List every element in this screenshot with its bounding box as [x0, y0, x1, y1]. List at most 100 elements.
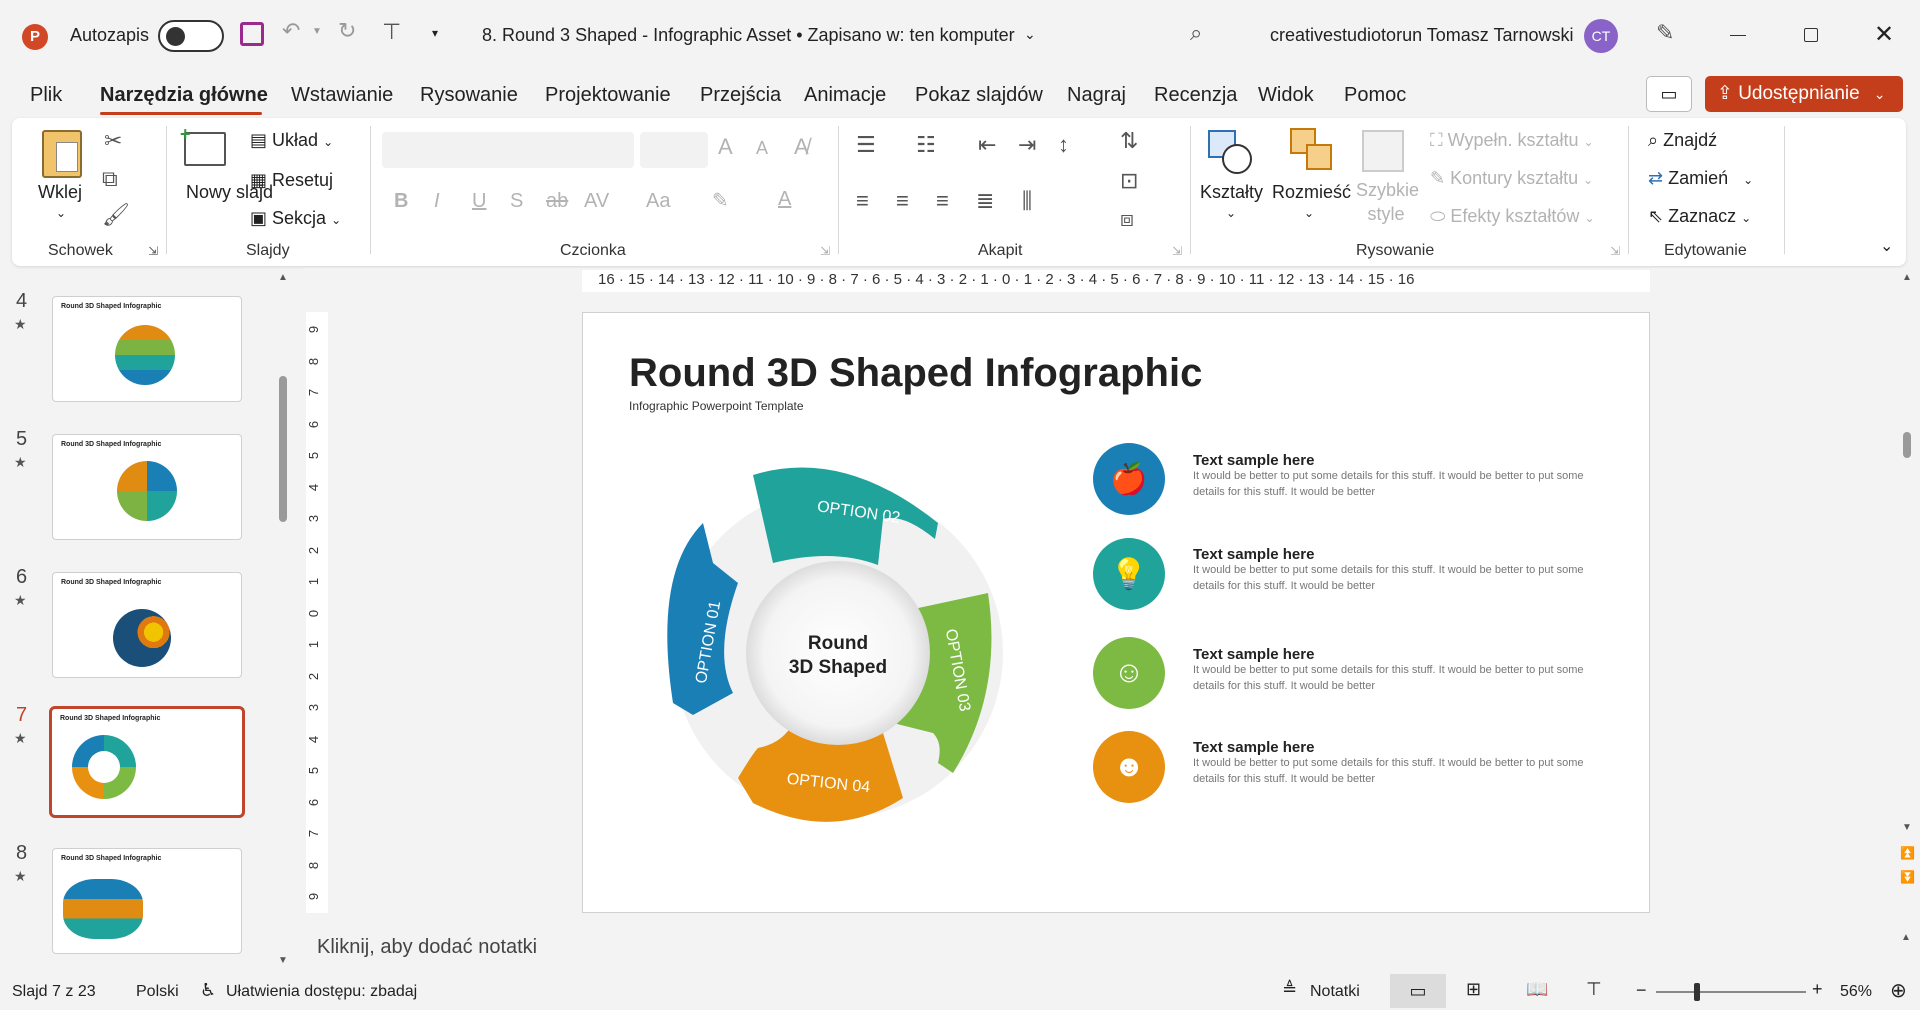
scroll-up-arrow-icon[interactable]: ▲: [276, 272, 290, 283]
thumbnails-scrollbar[interactable]: ▲ ▼: [276, 272, 290, 966]
customize-toolbar-icon[interactable]: ▾: [432, 26, 438, 40]
paragraph-launcher-icon[interactable]: ⇲: [1172, 244, 1182, 258]
bullets-icon[interactable]: ☰: [856, 132, 876, 158]
align-text-icon[interactable]: ⊡: [1120, 168, 1138, 194]
line-spacing-icon[interactable]: ↕: [1058, 132, 1069, 158]
scroll-down-arrow-icon[interactable]: ▼: [1900, 822, 1914, 833]
autosave-toggle[interactable]: [158, 20, 224, 52]
tab-design[interactable]: Projektowanie: [545, 84, 671, 107]
redo-icon[interactable]: ↻: [338, 18, 356, 44]
find-button[interactable]: ⌕ Znajdź: [1648, 130, 1717, 151]
cut-icon[interactable]: ✂: [104, 128, 122, 154]
format-painter-icon[interactable]: 🖌: [102, 202, 130, 228]
accessibility-status[interactable]: Ułatwienia dostępu: zbadaj: [226, 983, 417, 1001]
tab-slideshow[interactable]: Pokaz slajdów: [915, 84, 1043, 107]
bold-button[interactable]: B: [394, 190, 408, 213]
justify-icon[interactable]: ≣: [976, 188, 994, 214]
slide-title[interactable]: Round 3D Shaped Infographic: [629, 351, 1202, 396]
notes-placeholder[interactable]: Kliknij, aby dodać notatki: [317, 936, 537, 959]
highlight-icon[interactable]: ✎: [712, 188, 729, 213]
drawing-launcher-icon[interactable]: ⇲: [1610, 244, 1620, 258]
align-center-icon[interactable]: ≡: [896, 188, 909, 214]
align-right-icon[interactable]: ≡: [936, 188, 949, 214]
arrange-dropdown-icon[interactable]: ⌄: [1304, 206, 1314, 220]
slide-thumbnail-8[interactable]: Round 3D Shaped Infographic: [52, 848, 242, 954]
new-slide-button[interactable]: Nowy slajd: [186, 180, 273, 204]
tab-view[interactable]: Widok: [1258, 84, 1314, 107]
arrange-icon[interactable]: [1290, 128, 1334, 172]
canvas-scrollbar[interactable]: ▲ ▼ ⏫ ⏬: [1900, 272, 1915, 892]
slide-thumbnail-4[interactable]: Round 3D Shaped Infographic: [52, 296, 242, 402]
search-icon[interactable]: ⌕: [1190, 20, 1202, 46]
replace-button[interactable]: ⇄ Zamień ⌄: [1648, 168, 1753, 189]
increase-indent-icon[interactable]: ⇥: [1018, 132, 1036, 158]
tab-draw[interactable]: Rysowanie: [420, 84, 518, 107]
designer-pen-icon[interactable]: ✎: [1656, 20, 1674, 46]
clear-format-icon[interactable]: A̸: [794, 134, 809, 160]
quick-styles-icon[interactable]: [1362, 130, 1404, 172]
section-button[interactable]: ▣ Sekcja ⌄: [250, 208, 341, 229]
item-1-title[interactable]: Text sample here: [1193, 452, 1314, 469]
columns-icon[interactable]: ⫼: [1022, 188, 1032, 214]
item-4-title[interactable]: Text sample here: [1193, 739, 1314, 756]
copy-icon[interactable]: ⧉: [102, 166, 118, 192]
slide-canvas[interactable]: Round 3D Shaped Infographic Infographic …: [582, 312, 1650, 913]
item-2-desc[interactable]: It would be better to put some details f…: [1193, 562, 1593, 594]
quick-styles-button[interactable]: Szybkie style: [1356, 178, 1419, 226]
zoom-out-icon[interactable]: −: [1636, 980, 1647, 1001]
document-title[interactable]: 8. Round 3 Shaped - Infographic Asset • …: [482, 25, 1015, 46]
shapes-icon[interactable]: [1208, 130, 1254, 176]
scroll-up-arrow-icon[interactable]: ▲: [1900, 272, 1914, 283]
layout-button[interactable]: ▤ Układ ⌄: [250, 130, 333, 151]
zoom-slider-thumb[interactable]: [1694, 983, 1700, 1001]
slide-thumbnail-6[interactable]: Round 3D Shaped Infographic: [52, 572, 242, 678]
align-left-icon[interactable]: ≡: [856, 188, 869, 214]
share-button[interactable]: ⇪ Udostępnianie ⌄: [1705, 76, 1903, 112]
item-3-title[interactable]: Text sample here: [1193, 646, 1314, 663]
title-chevron-down-icon[interactable]: ⌄: [1024, 26, 1036, 43]
font-name-select[interactable]: [382, 132, 634, 168]
item-4-desc[interactable]: It would be better to put some details f…: [1193, 755, 1593, 787]
present-icon[interactable]: ⊤: [382, 19, 401, 45]
font-launcher-icon[interactable]: ⇲: [820, 244, 830, 258]
notes-pane[interactable]: Kliknij, aby dodać notatki ▲: [305, 924, 1911, 972]
clipboard-launcher-icon[interactable]: ⇲: [148, 244, 158, 258]
tab-help[interactable]: Pomoc: [1344, 84, 1406, 107]
shape-effects-button[interactable]: ⬭ Efekty kształtów ⌄: [1430, 206, 1595, 227]
shadow-button[interactable]: S: [510, 190, 523, 213]
shrink-font-button[interactable]: A: [756, 138, 768, 159]
slide-sorter-icon[interactable]: ⊞: [1466, 979, 1481, 1000]
shape-fill-button[interactable]: ⛶ Wypełn. kształtu ⌄: [1430, 130, 1594, 151]
language-indicator[interactable]: Polski: [136, 983, 179, 1001]
notes-toggle-button[interactable]: Notatki: [1310, 983, 1360, 1001]
new-slide-icon[interactable]: +: [180, 124, 226, 166]
underline-button[interactable]: U: [472, 190, 486, 213]
tab-animations[interactable]: Animacje: [804, 84, 886, 107]
tab-transitions[interactable]: Przejścia: [700, 84, 781, 107]
undo-icon[interactable]: ↶: [282, 18, 300, 44]
scrollbar-thumb[interactable]: [279, 376, 287, 522]
zoom-in-icon[interactable]: +: [1812, 979, 1823, 1000]
tab-home[interactable]: Narzędzia główne: [100, 84, 268, 107]
zoom-level[interactable]: 56%: [1840, 983, 1872, 1001]
normal-view-icon[interactable]: ▭: [1390, 974, 1446, 1008]
decrease-indent-icon[interactable]: ⇤: [978, 132, 996, 158]
tab-insert[interactable]: Wstawianie: [291, 84, 393, 107]
avatar[interactable]: CT: [1584, 19, 1618, 53]
shape-outline-button[interactable]: ✎ Kontury kształtu ⌄: [1430, 168, 1593, 189]
strikethrough-button[interactable]: ab: [546, 190, 568, 213]
tab-review[interactable]: Recenzja: [1154, 84, 1237, 107]
paste-button[interactable]: Wklej: [38, 182, 82, 203]
notes-scroll-up-icon[interactable]: ▲: [1901, 932, 1911, 943]
tab-record[interactable]: Nagraj: [1067, 84, 1126, 107]
restore-icon[interactable]: [1804, 28, 1818, 42]
item-1-desc[interactable]: It would be better to put some details f…: [1193, 468, 1593, 500]
tab-file[interactable]: Plik: [30, 84, 62, 107]
undo-dropdown-icon[interactable]: ▼: [312, 26, 322, 37]
smartart-icon[interactable]: ⧈: [1120, 206, 1134, 232]
slide-subtitle[interactable]: Infographic Powerpoint Template: [629, 399, 804, 413]
zoom-slider[interactable]: [1656, 983, 1806, 1001]
text-direction-icon[interactable]: ⇅: [1120, 128, 1138, 154]
slideshow-icon[interactable]: ⊤: [1586, 979, 1602, 1000]
numbering-icon[interactable]: ☷: [916, 132, 936, 158]
